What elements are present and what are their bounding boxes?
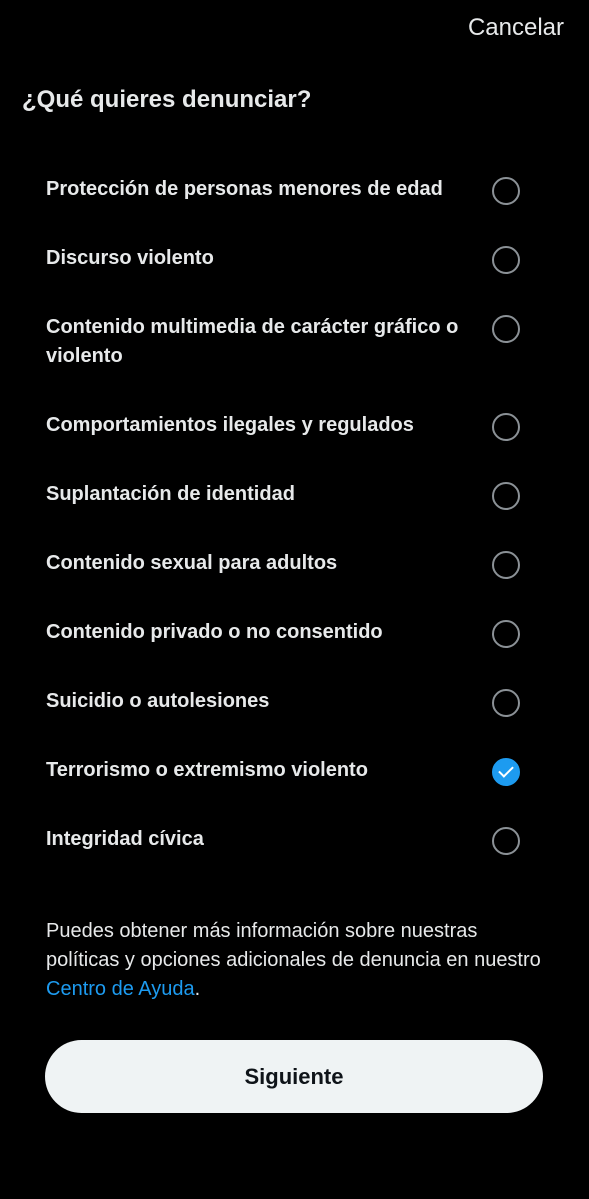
radio-button[interactable] (492, 827, 520, 855)
radio-button[interactable] (492, 482, 520, 510)
check-icon (498, 762, 514, 778)
option-label: Contenido multimedia de carácter gráfico… (46, 316, 459, 367)
option-label: Suplantación de identidad (46, 483, 295, 505)
option-civic-integrity[interactable]: Integridad cívica (0, 805, 589, 874)
option-label: Contenido privado o no consentido (46, 621, 383, 643)
help-text-end: . (194, 978, 201, 1000)
option-suicide-self-harm[interactable]: Suicidio o autolesiones (0, 667, 589, 736)
cancel-button[interactable]: Cancelar (468, 14, 564, 42)
option-impersonation[interactable]: Suplantación de identidad (0, 460, 589, 529)
help-text: Puedes obtener más información sobre nue… (46, 917, 546, 1004)
radio-button[interactable] (492, 620, 520, 648)
radio-button-selected[interactable] (492, 758, 520, 786)
option-illegal-behaviors[interactable]: Comportamientos ilegales y regulados (0, 391, 589, 460)
report-options-list: Protección de personas menores de edad D… (0, 155, 589, 874)
radio-button[interactable] (492, 413, 520, 441)
option-label: Terrorismo o extremismo violento (46, 759, 368, 781)
option-label: Suicidio o autolesiones (46, 690, 270, 712)
option-label: Integridad cívica (46, 828, 204, 850)
radio-button[interactable] (492, 551, 520, 579)
option-graphic-media[interactable]: Contenido multimedia de carácter gráfico… (0, 293, 589, 391)
help-center-link[interactable]: Centro de Ayuda (46, 978, 195, 1000)
option-private-content[interactable]: Contenido privado o no consentido (0, 598, 589, 667)
help-text-body: Puedes obtener más información sobre nue… (46, 920, 541, 971)
option-protection-minors[interactable]: Protección de personas menores de edad (0, 155, 589, 224)
next-button[interactable]: Siguiente (45, 1040, 543, 1113)
option-terrorism[interactable]: Terrorismo o extremismo violento (0, 736, 589, 805)
radio-button[interactable] (492, 315, 520, 343)
option-violent-speech[interactable]: Discurso violento (0, 224, 589, 293)
radio-button[interactable] (492, 246, 520, 274)
option-adult-content[interactable]: Contenido sexual para adultos (0, 529, 589, 598)
page-title: ¿Qué quieres denunciar? (22, 86, 312, 113)
option-label: Protección de personas menores de edad (46, 178, 443, 200)
radio-button[interactable] (492, 177, 520, 205)
option-label: Discurso violento (46, 247, 214, 269)
radio-button[interactable] (492, 689, 520, 717)
option-label: Comportamientos ilegales y regulados (46, 414, 414, 436)
option-label: Contenido sexual para adultos (46, 552, 338, 574)
